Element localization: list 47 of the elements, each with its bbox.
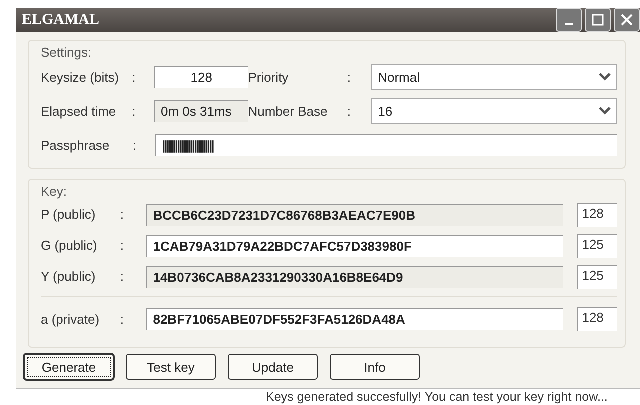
- maximize-icon: [592, 14, 604, 26]
- field-label: a (private): [41, 312, 101, 326]
- field-label: Passphrase: [41, 138, 111, 152]
- field-label: Number Base: [248, 104, 329, 118]
- key-value-field[interactable]: 1CAB79A31D79A22BDC7AFC57D383980F: [146, 234, 564, 256]
- bit-count: 128: [577, 307, 617, 331]
- passphrase-field[interactable]: ||||||||||||||||||||||||: [155, 134, 617, 156]
- field-label: Elapsed time: [41, 104, 118, 118]
- group-title: Key:: [41, 184, 68, 199]
- action-button[interactable]: Update: [228, 354, 318, 380]
- minimize-button[interactable]: [556, 8, 582, 32]
- window-title: ELGAMAL: [22, 12, 100, 28]
- key-value-field: BCCB6C23D7231D7C86768B3AEAC7E90B: [146, 204, 564, 226]
- field-label: P (public): [41, 207, 97, 222]
- colon: :: [132, 104, 137, 118]
- elapsed-time-field: 0m 0s 31ms: [154, 100, 248, 122]
- maximize-button[interactable]: [585, 8, 611, 32]
- colon: :: [120, 238, 126, 253]
- key-value-field: 14B0736CAB8A2331290330A16B8E64D9: [146, 266, 564, 288]
- chevron-down-icon: [598, 72, 612, 82]
- bit-count: 128: [577, 202, 617, 226]
- field-label: G (public): [41, 238, 98, 253]
- action-button[interactable]: Test key: [126, 354, 216, 380]
- colon: :: [132, 70, 137, 84]
- action-button[interactable]: Generate: [24, 354, 114, 380]
- close-button[interactable]: [614, 8, 640, 32]
- bit-count: 125: [577, 264, 617, 288]
- field-label: Keysize (bits): [41, 70, 120, 84]
- keysize-field[interactable]: 128: [154, 66, 248, 88]
- action-button[interactable]: Info: [330, 354, 420, 380]
- colon: :: [120, 269, 126, 284]
- close-icon: [621, 14, 633, 26]
- chevron-down-icon: [598, 106, 612, 116]
- colon: :: [120, 207, 126, 222]
- bit-count: 125: [577, 234, 617, 258]
- status-bar: Keys generated succesfully! You can test your key right now...: [16, 388, 640, 405]
- colon: :: [347, 104, 352, 118]
- minimize-icon: [565, 23, 573, 25]
- colon: :: [347, 70, 352, 84]
- number-base-dropdown[interactable]: 16: [371, 98, 617, 124]
- field-label: Priority: [248, 70, 290, 84]
- group-title: Settings:: [41, 45, 93, 60]
- key-value-field[interactable]: 82BF71065ABE07DF552F3FA5126DA48A: [146, 308, 564, 330]
- colon: :: [133, 138, 138, 152]
- colon: :: [120, 312, 126, 326]
- field-label: Y (public): [41, 269, 97, 284]
- priority-dropdown[interactable]: Normal: [371, 64, 617, 90]
